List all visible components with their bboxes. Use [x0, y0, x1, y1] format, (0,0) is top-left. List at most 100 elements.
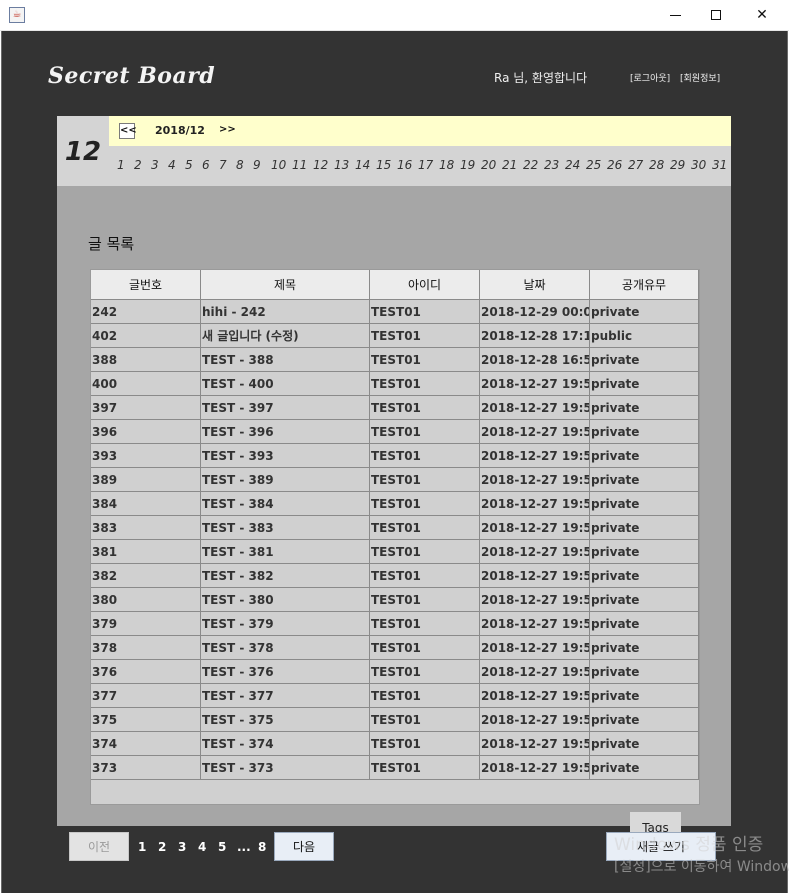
- next-page-button[interactable]: 다음: [274, 832, 334, 861]
- list-title: 글 목록: [88, 235, 135, 253]
- table-row[interactable]: 389TEST - 389TEST012018-12-27 19:5...pri…: [91, 468, 699, 492]
- calendar-day[interactable]: 11: [292, 158, 307, 172]
- cell-visibility: private: [590, 756, 699, 780]
- page-number-link[interactable]: 4: [198, 840, 206, 854]
- table-row[interactable]: 396TEST - 396TEST012018-12-27 19:5...pri…: [91, 420, 699, 444]
- page-number-link[interactable]: 5: [218, 840, 226, 854]
- table-row[interactable]: 242hihi - 242TEST012018-12-29 00:0...pri…: [91, 300, 699, 324]
- calendar-day[interactable]: 13: [334, 158, 349, 172]
- table-row[interactable]: 384TEST - 384TEST012018-12-27 19:5...pri…: [91, 492, 699, 516]
- page-number-link[interactable]: 3: [178, 840, 186, 854]
- calendar-day[interactable]: 10: [271, 158, 286, 172]
- calendar-day[interactable]: 21: [502, 158, 517, 172]
- column-header-date[interactable]: 날짜: [480, 270, 590, 300]
- new-post-button[interactable]: 새글 쓰기: [606, 832, 716, 861]
- calendar-day[interactable]: 25: [586, 158, 601, 172]
- cell-title: hihi - 242: [201, 300, 370, 324]
- cell-number: 380: [91, 588, 201, 612]
- table-row[interactable]: 388TEST - 388TEST012018-12-28 16:5...pri…: [91, 348, 699, 372]
- column-header-title[interactable]: 제목: [201, 270, 370, 300]
- logout-link[interactable]: [로그아웃]: [630, 71, 670, 84]
- table-row[interactable]: 383TEST - 383TEST012018-12-27 19:5...pri…: [91, 516, 699, 540]
- calendar-day[interactable]: 7: [219, 158, 227, 172]
- calendar-day[interactable]: 8: [236, 158, 244, 172]
- table-row[interactable]: 393TEST - 393TEST012018-12-27 19:5...pri…: [91, 444, 699, 468]
- calendar-day[interactable]: 20: [481, 158, 496, 172]
- calendar-day[interactable]: 9: [253, 158, 261, 172]
- calendar-month: 12: [57, 116, 109, 186]
- next-month-button[interactable]: >>: [219, 124, 236, 135]
- column-header-id[interactable]: 아이디: [370, 270, 480, 300]
- cell-id: TEST01: [370, 372, 480, 396]
- table-row[interactable]: 379TEST - 379TEST012018-12-27 19:5...pri…: [91, 612, 699, 636]
- minimize-button[interactable]: [652, 0, 698, 30]
- cell-number: 379: [91, 612, 201, 636]
- cell-id: TEST01: [370, 348, 480, 372]
- calendar-day[interactable]: 29: [670, 158, 685, 172]
- cell-visibility: private: [590, 636, 699, 660]
- column-header-visibility[interactable]: 공개유무: [590, 270, 699, 300]
- calendar-day[interactable]: 2: [134, 158, 142, 172]
- calendar-day[interactable]: 14: [355, 158, 370, 172]
- cell-date: 2018-12-28 16:5...: [480, 348, 590, 372]
- table-row[interactable]: 377TEST - 377TEST012018-12-27 19:5...pri…: [91, 684, 699, 708]
- cell-visibility: private: [590, 300, 699, 324]
- table-row[interactable]: 376TEST - 376TEST012018-12-27 19:5...pri…: [91, 660, 699, 684]
- calendar-day[interactable]: 12: [313, 158, 328, 172]
- calendar-day[interactable]: 15: [376, 158, 391, 172]
- member-info-link[interactable]: [회원정보]: [680, 71, 720, 84]
- page-number-link[interactable]: 8: [258, 840, 266, 854]
- table-row[interactable]: 373TEST - 373TEST012018-12-27 19:5...pri…: [91, 756, 699, 780]
- table-row[interactable]: 380TEST - 380TEST012018-12-27 19:5...pri…: [91, 588, 699, 612]
- cell-visibility: private: [590, 708, 699, 732]
- cell-visibility: private: [590, 468, 699, 492]
- cell-visibility: private: [590, 444, 699, 468]
- calendar-nav: << 2018/12 >>: [109, 116, 731, 146]
- calendar-day[interactable]: 26: [607, 158, 622, 172]
- cell-visibility: private: [590, 732, 699, 756]
- calendar-day[interactable]: 4: [168, 158, 176, 172]
- calendar-day[interactable]: 31: [712, 158, 727, 172]
- calendar-day[interactable]: 18: [439, 158, 454, 172]
- cell-visibility: private: [590, 588, 699, 612]
- cell-date: 2018-12-28 17:1...: [480, 324, 590, 348]
- cell-number: 389: [91, 468, 201, 492]
- table-row[interactable]: 400TEST - 400TEST012018-12-27 19:5...pri…: [91, 372, 699, 396]
- calendar-day[interactable]: 5: [185, 158, 193, 172]
- calendar-day[interactable]: 1: [117, 158, 125, 172]
- cell-date: 2018-12-27 19:5...: [480, 684, 590, 708]
- table-row[interactable]: 378TEST - 378TEST012018-12-27 19:5...pri…: [91, 636, 699, 660]
- column-header-number[interactable]: 글번호: [91, 270, 201, 300]
- calendar-day[interactable]: 3: [151, 158, 159, 172]
- cell-id: TEST01: [370, 468, 480, 492]
- calendar-day[interactable]: 22: [523, 158, 538, 172]
- table-row[interactable]: 382TEST - 382TEST012018-12-27 19:5...pri…: [91, 564, 699, 588]
- calendar-day[interactable]: 17: [418, 158, 433, 172]
- table-row[interactable]: 397TEST - 397TEST012018-12-27 19:5...pri…: [91, 396, 699, 420]
- page-number-link[interactable]: 1: [138, 840, 146, 854]
- calendar-day[interactable]: 23: [544, 158, 559, 172]
- cell-id: TEST01: [370, 612, 480, 636]
- cell-number: 242: [91, 300, 201, 324]
- calendar-day[interactable]: 16: [397, 158, 412, 172]
- calendar-day[interactable]: 27: [628, 158, 643, 172]
- cell-visibility: private: [590, 492, 699, 516]
- table-row[interactable]: 402새 글입니다 (수정)TEST012018-12-28 17:1...pu…: [91, 324, 699, 348]
- page-number-link[interactable]: 2: [158, 840, 166, 854]
- calendar-day[interactable]: 19: [460, 158, 475, 172]
- table-row[interactable]: 375TEST - 375TEST012018-12-27 19:5...pri…: [91, 708, 699, 732]
- maximize-button[interactable]: [693, 0, 739, 30]
- cell-title: TEST - 393: [201, 444, 370, 468]
- prev-month-button[interactable]: <<: [119, 123, 137, 139]
- close-button[interactable]: ✕: [739, 0, 785, 30]
- page-ellipsis: ...: [237, 840, 251, 854]
- table-row[interactable]: 381TEST - 381TEST012018-12-27 19:5...pri…: [91, 540, 699, 564]
- table-row[interactable]: 374TEST - 374TEST012018-12-27 19:5...pri…: [91, 732, 699, 756]
- calendar-day[interactable]: 24: [565, 158, 580, 172]
- calendar-day[interactable]: 28: [649, 158, 664, 172]
- cell-date: 2018-12-27 19:5...: [480, 708, 590, 732]
- welcome-text: Ra 님, 환영합니다: [494, 71, 588, 85]
- board-panel: 12 << 2018/12 >> 1 2 3 4 5 6 7 8 9 10 11 12 13 14 15 16…: [57, 116, 731, 843]
- calendar-day[interactable]: 30: [691, 158, 706, 172]
- calendar-day[interactable]: 6: [202, 158, 210, 172]
